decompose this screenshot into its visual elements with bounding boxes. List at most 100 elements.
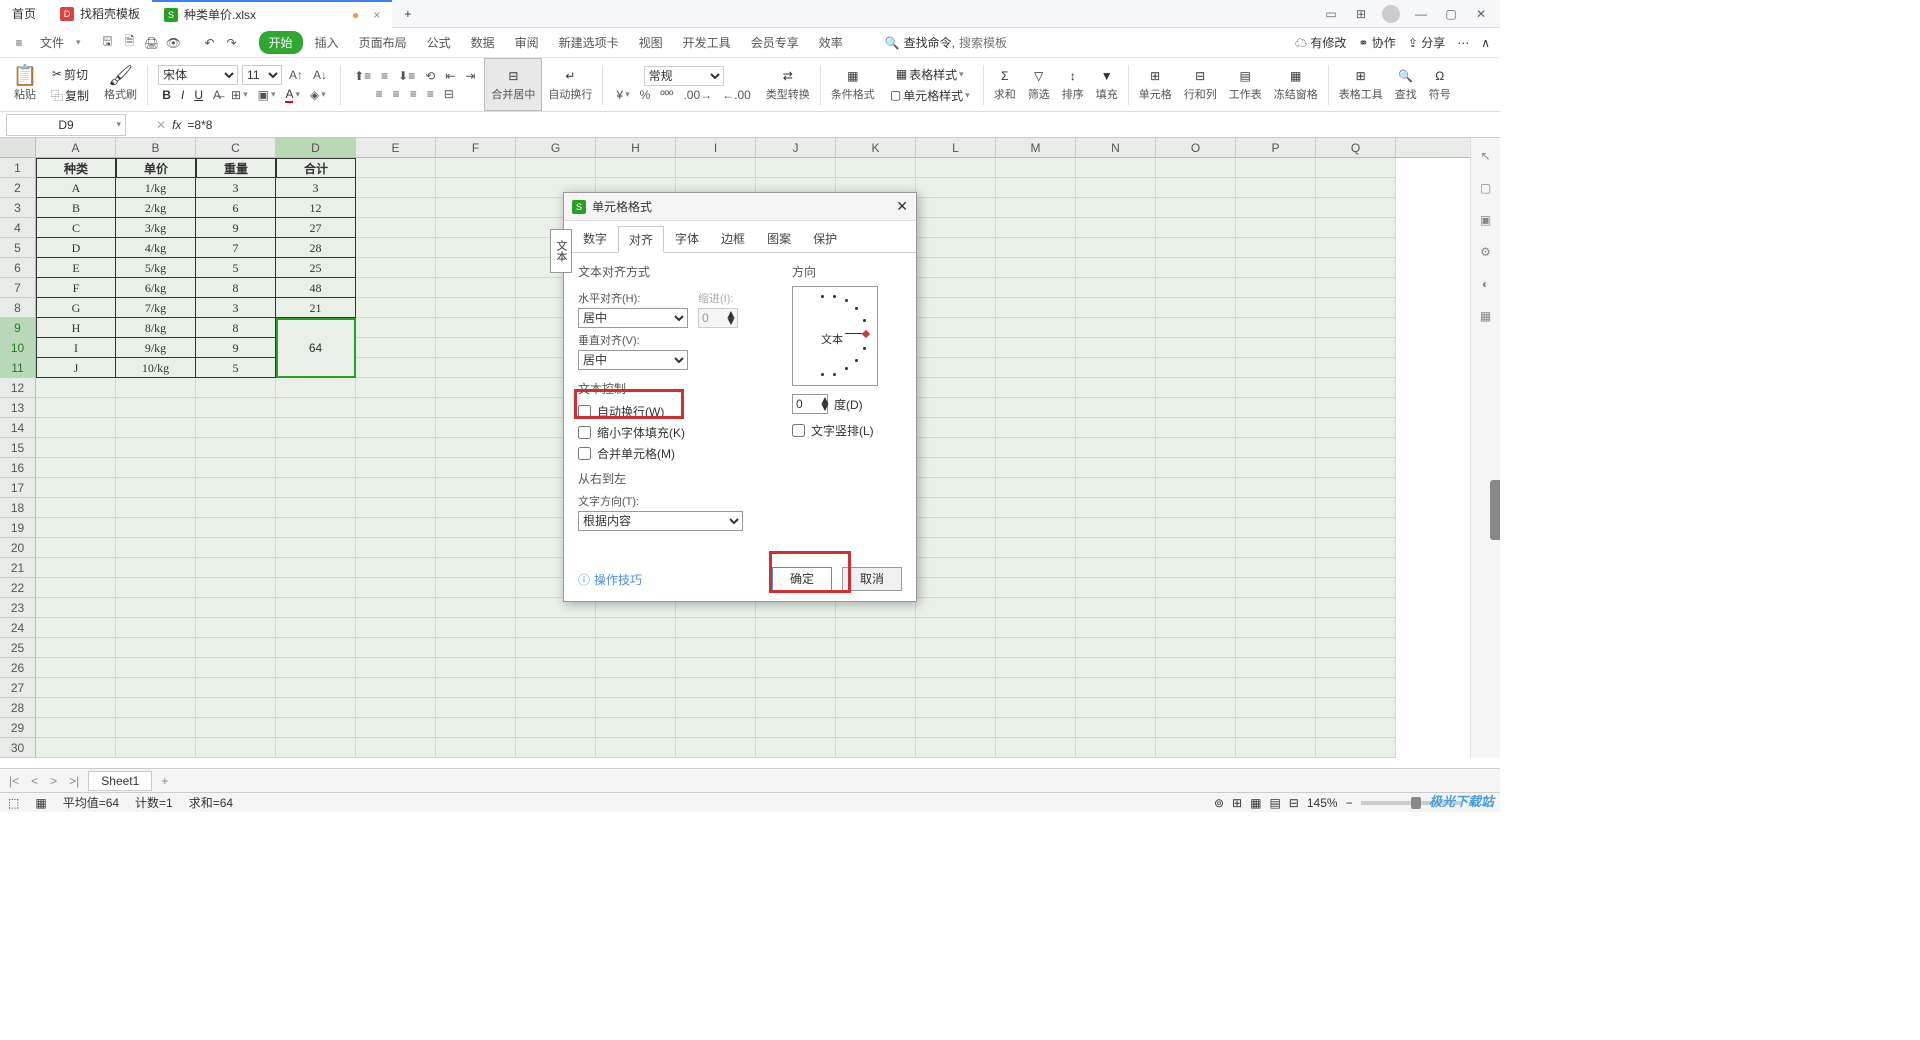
cell[interactable] (36, 718, 116, 738)
cell[interactable] (436, 258, 516, 278)
cell[interactable] (1236, 578, 1316, 598)
cell[interactable] (276, 458, 356, 478)
cell[interactable] (196, 418, 276, 438)
cell[interactable] (1236, 178, 1316, 198)
cell[interactable] (356, 198, 436, 218)
cell[interactable] (196, 438, 276, 458)
cell[interactable] (436, 398, 516, 418)
cell[interactable] (916, 458, 996, 478)
cell[interactable] (596, 158, 676, 178)
cell[interactable] (1076, 718, 1156, 738)
cell[interactable] (1076, 178, 1156, 198)
menu-member[interactable]: 会员专享 (743, 30, 807, 55)
cell[interactable] (196, 478, 276, 498)
row-header[interactable]: 21 (0, 558, 36, 578)
panel-icon-3[interactable]: ◐ (1478, 276, 1494, 292)
cell[interactable] (1076, 618, 1156, 638)
cell[interactable] (1156, 698, 1236, 718)
cell[interactable] (356, 258, 436, 278)
cell[interactable] (1316, 158, 1396, 178)
cell[interactable] (356, 298, 436, 318)
cell[interactable] (1076, 278, 1156, 298)
cell[interactable] (916, 738, 996, 758)
cell[interactable] (676, 638, 756, 658)
cell[interactable] (196, 458, 276, 478)
cell[interactable] (596, 638, 676, 658)
cell-icon[interactable]: ⊞ (1147, 68, 1163, 84)
cell[interactable] (276, 638, 356, 658)
font-select[interactable]: 宋体 (158, 65, 238, 85)
apps-icon[interactable]: ⊞ (1348, 3, 1374, 25)
cell[interactable] (196, 378, 276, 398)
redo-icon[interactable]: ↷ (223, 34, 241, 52)
col-header[interactable]: J (756, 138, 836, 157)
cell[interactable] (356, 518, 436, 538)
cell[interactable] (1236, 558, 1316, 578)
cell[interactable]: I (36, 338, 116, 358)
cell[interactable] (1156, 478, 1236, 498)
symbol-icon[interactable]: Ω (1432, 68, 1448, 84)
cell[interactable] (356, 158, 436, 178)
view-normal-icon[interactable]: ▦ (1250, 796, 1261, 810)
sum-icon[interactable]: Σ (997, 68, 1013, 84)
cell[interactable]: 10/kg (116, 358, 196, 378)
cell[interactable] (356, 398, 436, 418)
cell[interactable] (996, 538, 1076, 558)
cell[interactable] (756, 158, 836, 178)
row-header[interactable]: 14 (0, 418, 36, 438)
cell[interactable] (1236, 378, 1316, 398)
cell[interactable] (276, 498, 356, 518)
cell[interactable] (356, 658, 436, 678)
panel-icon-1[interactable]: ▢ (1478, 180, 1494, 196)
cell[interactable]: 4/kg (116, 238, 196, 258)
cell[interactable] (1236, 218, 1316, 238)
cell[interactable] (1076, 698, 1156, 718)
underline-button[interactable]: U (191, 86, 206, 104)
cell[interactable] (916, 418, 996, 438)
cell[interactable] (356, 498, 436, 518)
cell[interactable] (676, 678, 756, 698)
col-header[interactable]: E (356, 138, 436, 157)
comma-icon[interactable]: ººº (657, 86, 676, 104)
cell[interactable] (196, 518, 276, 538)
cell[interactable] (1076, 478, 1156, 498)
cell[interactable]: D (36, 238, 116, 258)
distribute-icon[interactable]: ⊟ (441, 85, 457, 103)
cell[interactable] (276, 418, 356, 438)
text-direction-select[interactable]: 根据内容 (578, 511, 743, 531)
cell[interactable] (916, 658, 996, 678)
cell[interactable]: 7 (196, 238, 276, 258)
indent-spinner[interactable]: ▲▼ (698, 308, 738, 328)
cell[interactable] (36, 498, 116, 518)
cell[interactable] (996, 278, 1076, 298)
cell[interactable] (356, 338, 436, 358)
wrap-checkbox[interactable]: 自动换行(W) (578, 403, 772, 420)
cell[interactable] (356, 438, 436, 458)
cell[interactable] (196, 698, 276, 718)
row-header[interactable]: 27 (0, 678, 36, 698)
cell[interactable]: 种类 (36, 158, 116, 178)
cell[interactable] (756, 738, 836, 758)
col-header[interactable]: K (836, 138, 916, 157)
cell[interactable] (276, 598, 356, 618)
cell[interactable] (1236, 158, 1316, 178)
cell[interactable] (1156, 338, 1236, 358)
cell[interactable] (276, 378, 356, 398)
cell[interactable] (756, 718, 836, 738)
cell[interactable] (1236, 638, 1316, 658)
collapse-ribbon-icon[interactable]: ∧ (1481, 36, 1490, 50)
menu-eff[interactable]: 效率 (811, 30, 851, 55)
cell[interactable] (436, 518, 516, 538)
cell[interactable] (756, 658, 836, 678)
print-icon[interactable]: 🖨 (143, 34, 161, 52)
menu-dev[interactable]: 开发工具 (675, 30, 739, 55)
cell[interactable] (916, 358, 996, 378)
cancel-button[interactable]: 取消 (842, 567, 902, 591)
row-header[interactable]: 18 (0, 498, 36, 518)
command-search[interactable]: 🔍 查找命令, (885, 34, 1099, 51)
cell[interactable] (436, 178, 516, 198)
rowcol-icon[interactable]: ⊟ (1192, 68, 1208, 84)
freeze-icon[interactable]: ▦ (1288, 68, 1304, 84)
justify-icon[interactable]: ≡ (424, 85, 437, 103)
cell[interactable] (516, 678, 596, 698)
